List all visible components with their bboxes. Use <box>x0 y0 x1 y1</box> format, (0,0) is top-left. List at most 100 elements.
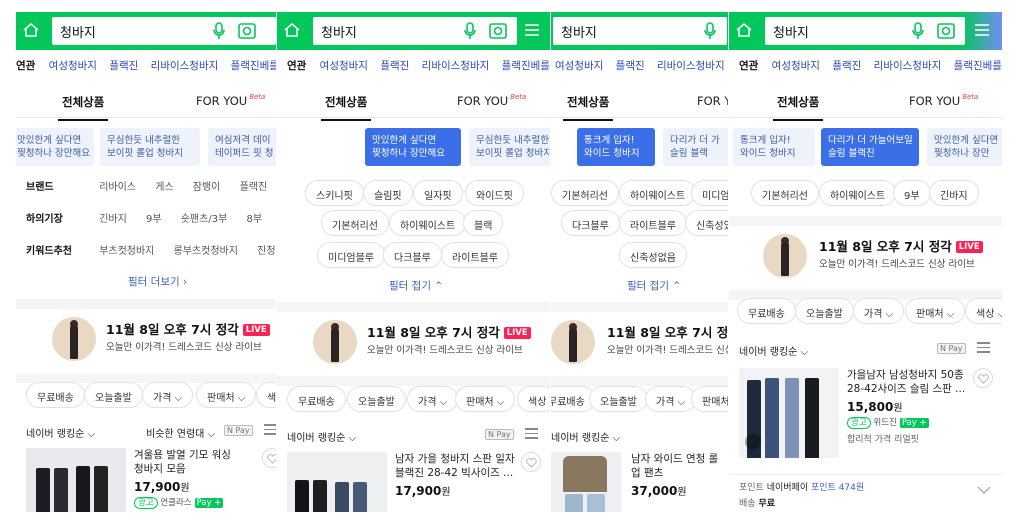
chip-free-shipping[interactable]: 무료배송 <box>26 382 85 408</box>
chip-seller[interactable]: 판매처 ⌵ <box>196 382 257 408</box>
theme-banner[interactable]: 여심저격 데이 테이퍼드 핏 청 <box>208 128 276 166</box>
lens-icon[interactable] <box>489 22 507 40</box>
chip-free-shipping[interactable]: 무료배송 <box>737 298 796 324</box>
filter-chip[interactable]: 블랙 <box>463 210 504 236</box>
filter-value[interactable]: 게스 <box>155 178 173 193</box>
filter-chip[interactable]: 신축성없음 <box>619 242 687 268</box>
filter-chip[interactable]: 일자핏 <box>413 180 463 206</box>
chip-seller[interactable]: 판매처 <box>691 386 728 412</box>
filter-chip[interactable]: 다크블루 <box>561 210 620 236</box>
list-view-icon[interactable] <box>977 342 990 354</box>
live-banner[interactable]: 11월 8일 오후 7시 정각L 오늘만 이가격! 드레스코드 신상 라이브 <box>551 312 728 376</box>
chip-color[interactable]: 색상 ⌵ <box>965 298 1002 324</box>
sort-dropdown[interactable]: 네이버 랭킹순 ⌵ <box>551 429 620 444</box>
mic-icon[interactable] <box>463 22 477 40</box>
related-item[interactable]: 플랙진베를린 <box>231 58 276 73</box>
chip-seller[interactable]: 판매처 ⌵ <box>905 298 966 324</box>
filter-chip[interactable]: 기본허리선 <box>551 180 619 206</box>
related-item[interactable]: 리바이스청바지 <box>422 58 490 73</box>
tab-for-you[interactable]: FOR YOU Beta <box>457 93 526 108</box>
related-item[interactable]: 리바이스청바지 <box>657 58 725 73</box>
related-item[interactable]: 플랙진 <box>380 58 409 73</box>
theme-banner-selected[interactable]: 다리가 더 가늘어보일 슬림 블랙진 <box>821 128 919 166</box>
menu-icon[interactable] <box>975 24 989 38</box>
mic-icon[interactable] <box>911 22 925 40</box>
filter-chip[interactable]: 미디엄 <box>691 180 728 206</box>
age-sort-dropdown[interactable]: 비슷한 연령대 ⌵ <box>146 425 215 440</box>
filter-chip[interactable]: 슬림핏 <box>363 180 413 206</box>
tab-all-products[interactable]: 전체상품 <box>57 94 109 121</box>
product-name[interactable]: 남자 와이드 연청 롤업 팬츠 <box>631 452 724 480</box>
npay-filter[interactable]: N Pay <box>224 425 253 436</box>
theme-banner[interactable]: 무심한듯 내추럴한 보이핏 롤업 청바지 <box>469 128 550 166</box>
related-item[interactable]: 여성청바지 <box>555 58 603 73</box>
filter-more-button[interactable]: 필터 더보기 › <box>128 274 187 289</box>
sort-dropdown[interactable]: 네이버 랭킹순 ⌵ <box>26 425 95 440</box>
mic-icon[interactable] <box>703 22 717 40</box>
tab-all-products[interactable]: 전체상품 <box>320 94 372 121</box>
live-banner[interactable]: 11월 8일 오후 7시 정각 LIVE 오늘만 이가격! 드레스코드 신상 라이… <box>16 309 276 373</box>
tab-for-you[interactable]: FOR YOU Beta <box>196 93 265 108</box>
theme-banner[interactable]: 통크게 입자! 와이드 청바지 <box>733 128 815 166</box>
filter-value[interactable]: 긴바지 <box>99 210 127 225</box>
search-query[interactable]: 청바지 <box>773 22 809 41</box>
tab-all-products[interactable]: 전체상품 <box>562 94 614 121</box>
sort-dropdown[interactable]: 네이버 랭킹순 ⌵ <box>739 343 808 358</box>
product-card[interactable]: 남자 가을 청바지 스판 일자 블랙진 28-42 빅사이즈 ... 17,90… <box>277 452 550 512</box>
product-name[interactable]: 겨울용 발열 기모 워싱 청바지 모음 <box>134 448 242 476</box>
related-item[interactable]: 여성청바지 <box>772 58 820 73</box>
chip-seller[interactable]: 판매처 ⌵ <box>455 386 516 412</box>
chip-color[interactable]: 색상 <box>256 382 276 408</box>
product-card[interactable]: 가을남자 남성청바지 50종 28-42사이즈 슬림 스판 ... 15,800… <box>729 368 1002 458</box>
home-icon[interactable] <box>729 12 761 50</box>
sort-dropdown[interactable]: 네이버 랭킹순 ⌵ <box>287 429 356 444</box>
filter-value[interactable]: 리바이스 <box>99 178 136 193</box>
filter-fold-button[interactable]: 필터 접기 ⌃ <box>389 278 443 293</box>
related-item[interactable]: 플랙진 <box>616 58 645 73</box>
mic-icon[interactable] <box>212 22 226 40</box>
related-item[interactable]: 리바이스청바지 <box>151 58 219 73</box>
list-view-icon[interactable] <box>264 424 276 436</box>
search-query[interactable]: 청바지 <box>321 22 357 41</box>
filter-chip[interactable]: 하이웨이스트 <box>389 210 467 236</box>
live-banner[interactable]: 11월 8일 오후 7시 정각 LIVE 오늘만 이가격! 드레스코드 신상 라이… <box>277 312 550 376</box>
heart-icon[interactable] <box>262 448 276 468</box>
search-input[interactable]: 청바지 <box>52 17 276 45</box>
home-icon[interactable] <box>277 12 309 50</box>
chevron-down-icon[interactable] <box>977 486 991 495</box>
lens-icon[interactable] <box>238 22 256 40</box>
product-card[interactable]: 남자 와이드 연청 롤업 팬츠 37,000원 <box>551 452 728 512</box>
filter-value[interactable]: 잠뱅이 <box>193 178 221 193</box>
filter-chip[interactable]: 하이웨이스트 <box>619 180 697 206</box>
npay-filter[interactable]: N Pay <box>485 429 514 440</box>
related-item[interactable]: 여성청바지 <box>320 58 368 73</box>
chip-free-shipping[interactable]: 무료배송 <box>287 386 346 412</box>
theme-banner[interactable]: 맛있한게 싶다면 찢청하나 장만 <box>927 128 1002 166</box>
chip-price[interactable]: 가격 ⌵ <box>853 298 905 324</box>
theme-banner[interactable]: 무심한듯 내추럴한 보이핏 롤업 청바지 <box>100 128 200 166</box>
theme-banner-selected[interactable]: 통크게 입자! 와이드 청바지 <box>577 128 655 166</box>
lens-icon[interactable] <box>937 22 955 40</box>
filter-chip[interactable]: 라이트블루 <box>441 242 509 268</box>
home-icon[interactable] <box>16 12 48 50</box>
npay-filter[interactable]: N Pay <box>937 343 966 354</box>
seller-name[interactable]: 언클라스 <box>160 498 191 508</box>
tab-for-you[interactable]: FOR YOU <box>697 94 728 108</box>
related-item[interactable]: 플랙진 <box>832 58 861 73</box>
chip-today-ship[interactable]: 오늘출발 <box>84 382 143 408</box>
related-item[interactable]: 플랙진베를린 <box>954 58 1002 73</box>
filter-chip[interactable]: 스키니핏 <box>305 180 364 206</box>
filter-value[interactable]: 롱부츠컷청바지 <box>174 242 238 257</box>
chip-price[interactable]: 가격 ⌵ <box>142 382 194 408</box>
seller-name[interactable]: 위드진 <box>873 418 896 428</box>
filter-value[interactable]: 9부 <box>146 210 162 225</box>
product-name[interactable]: 남자 가을 청바지 스판 일자 블랙진 28-42 빅사이즈 ... <box>395 452 516 480</box>
filter-chip[interactable]: 미디엄블루 <box>317 242 385 268</box>
chip-today-ship[interactable]: 오늘출발 <box>795 298 854 324</box>
theme-banner[interactable]: 맛있한게 싶다면 찢청하나 장만해요 <box>16 128 94 166</box>
filter-value[interactable]: 부츠컷청바지 <box>99 242 154 257</box>
search-query[interactable]: 청바지 <box>60 22 96 41</box>
related-item[interactable]: 플랙진베를린 <box>502 58 550 73</box>
product-name[interactable]: 가을남자 남성청바지 50종 28-42사이즈 슬림 스판 ... <box>847 368 968 396</box>
theme-banner-selected[interactable]: 맛있한게 싶다면 찢청하나 장만해요 <box>365 128 461 166</box>
